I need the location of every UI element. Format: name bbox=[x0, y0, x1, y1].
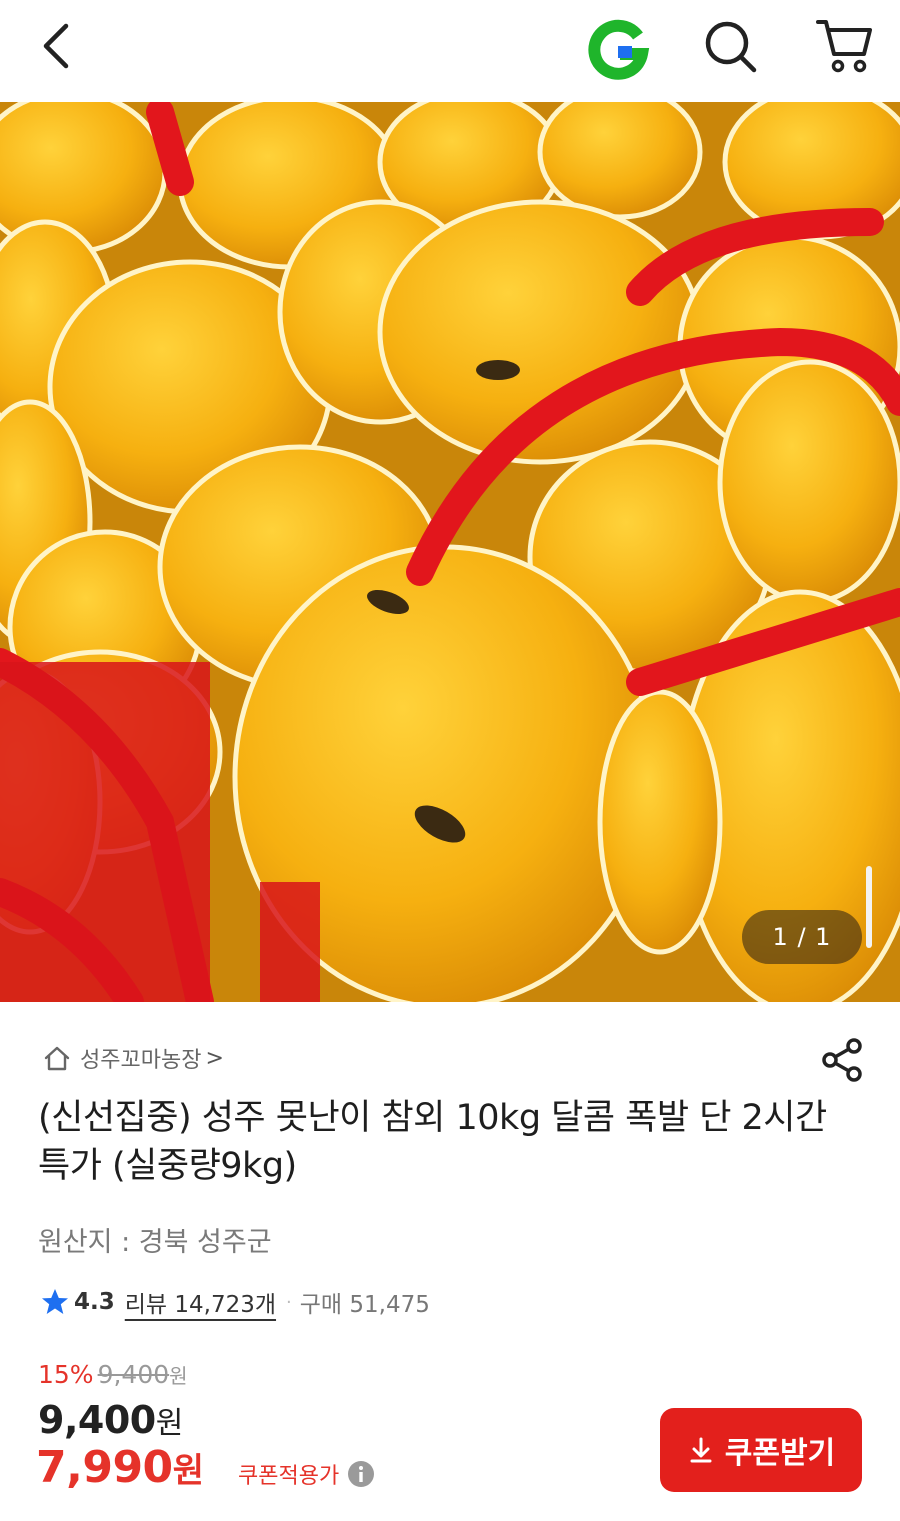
original-price: 9,400 bbox=[97, 1360, 170, 1389]
discount-row: 15% 9,400 원 bbox=[38, 1360, 188, 1389]
discount-rate: 15% bbox=[38, 1360, 94, 1389]
chevron-left-icon bbox=[43, 23, 69, 69]
back-button[interactable] bbox=[30, 18, 86, 74]
product-photo bbox=[0, 102, 900, 1002]
origin-info: 원산지 : 경북 성주군 bbox=[38, 1227, 272, 1258]
coupon-note: 쿠폰적용가 bbox=[238, 1458, 375, 1490]
home-icon bbox=[44, 1046, 70, 1071]
product-title: (신선집중) 성주 못난이 참외 10kg 달콤 폭발 단 2시간 특가 (실중… bbox=[38, 1098, 827, 1186]
review-link[interactable]: 리뷰 14,723개 bbox=[125, 1285, 276, 1319]
cart-button[interactable] bbox=[812, 14, 876, 78]
scroll-indicator bbox=[866, 866, 872, 948]
get-coupon-label: 쿠폰받기 bbox=[724, 1436, 836, 1471]
gmarket-g-logo[interactable] bbox=[588, 18, 650, 80]
search-icon bbox=[705, 21, 757, 73]
seller-link[interactable]: 성주꼬마농장 > bbox=[42, 1040, 224, 1076]
original-price-unit: 원 bbox=[169, 1364, 188, 1388]
chevron-right-icon: > bbox=[205, 1045, 224, 1071]
star-icon bbox=[42, 1289, 68, 1314]
info-icon[interactable] bbox=[347, 1460, 375, 1488]
product-image-gallery[interactable]: 1 / 1 bbox=[0, 102, 900, 1002]
top-header bbox=[0, 0, 900, 102]
rating-score: 4.3 bbox=[74, 1289, 115, 1315]
coupon-price: 7,990원 bbox=[36, 1442, 204, 1493]
current-price-value: 9,400 bbox=[38, 1398, 156, 1442]
separator-dot: · bbox=[286, 1291, 292, 1313]
rating-row: 4.3 리뷰 14,723개 · 구매 51,475 bbox=[40, 1282, 430, 1322]
current-price-unit: 원 bbox=[155, 1406, 184, 1441]
download-icon bbox=[690, 1437, 712, 1463]
get-coupon-button[interactable]: 쿠폰받기 bbox=[660, 1408, 862, 1492]
coupon-price-value: 7,990 bbox=[36, 1442, 173, 1493]
cart-icon bbox=[816, 20, 872, 73]
share-button[interactable] bbox=[818, 1036, 866, 1084]
coupon-note-label: 쿠폰적용가 bbox=[238, 1464, 340, 1489]
current-price: 9,400원 bbox=[38, 1398, 183, 1442]
search-button[interactable] bbox=[700, 16, 762, 78]
seller-name: 성주꼬마농장 bbox=[80, 1048, 202, 1073]
purchase-count: 구매 51,475 bbox=[299, 1292, 430, 1318]
image-counter: 1 / 1 bbox=[742, 910, 862, 964]
share-icon bbox=[822, 1038, 862, 1082]
coupon-price-unit: 원 bbox=[172, 1451, 204, 1491]
